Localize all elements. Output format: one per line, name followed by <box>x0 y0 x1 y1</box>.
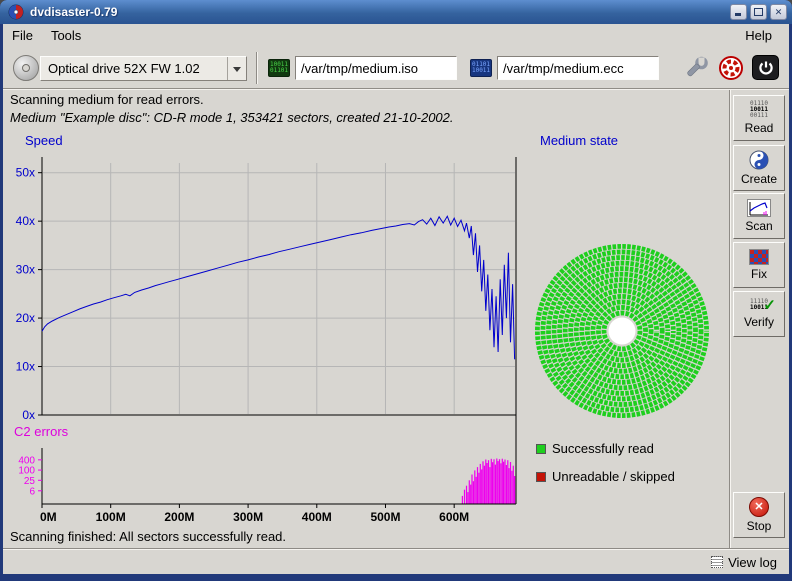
footer-bar: View log <box>3 548 789 574</box>
fix-label: Fix <box>751 267 767 281</box>
svg-text:0x: 0x <box>22 408 35 422</box>
scan-label: Scan <box>745 219 772 233</box>
svg-text:200M: 200M <box>164 510 194 524</box>
fix-button[interactable]: Fix <box>733 242 785 288</box>
window-body: File Tools Help Optical drive 52X FW 1.0… <box>3 24 789 574</box>
svg-text:600M: 600M <box>439 510 469 524</box>
drive-icon <box>22 64 30 72</box>
dropdown-arrow-icon <box>227 57 246 80</box>
stop-label: Stop <box>747 519 772 533</box>
dvdisaster-logo-icon <box>720 57 742 79</box>
drive-selector[interactable]: Optical drive 52X FW 1.02 <box>40 56 247 81</box>
svg-text:500M: 500M <box>370 510 400 524</box>
svg-text:100M: 100M <box>96 510 126 524</box>
read-label: Read <box>745 121 774 135</box>
minimize-icon <box>735 13 741 16</box>
svg-text:30x: 30x <box>16 263 35 277</box>
legend-item-unreadable: Unreadable / skipped <box>536 469 675 484</box>
maximize-icon <box>754 8 763 16</box>
create-button[interactable]: Create <box>733 145 785 191</box>
svg-text:6: 6 <box>29 486 35 497</box>
preferences-wrench-button[interactable] <box>684 55 710 81</box>
view-log-label: View log <box>728 555 777 570</box>
titlebar: dvdisaster-0.79 ✕ <box>0 0 792 24</box>
window-title: dvdisaster-0.79 <box>30 5 727 19</box>
svg-text:50x: 50x <box>16 166 35 180</box>
medium-state-disc <box>534 243 710 419</box>
ecc-path-input[interactable] <box>497 56 659 80</box>
mini-chart-icon <box>747 199 771 217</box>
view-log-button[interactable]: View log <box>705 552 783 572</box>
svg-text:400M: 400M <box>302 510 332 524</box>
dvdisaster-logo-button[interactable] <box>718 55 744 81</box>
scan-result-text: Scanning finished: All sectors successfu… <box>10 529 286 544</box>
status-line-2: Medium "Example disc": CD-R mode 1, 3534… <box>10 110 454 125</box>
svg-text:10x: 10x <box>16 360 35 374</box>
legend-label-read: Successfully read <box>552 441 654 456</box>
minimize-button[interactable] <box>730 4 747 20</box>
svg-text:40x: 40x <box>16 214 35 228</box>
svg-text:25: 25 <box>24 476 36 487</box>
svg-text:0M: 0M <box>40 510 57 524</box>
close-button[interactable]: ✕ <box>770 4 787 20</box>
maximize-button[interactable] <box>750 4 767 20</box>
stop-button[interactable]: ✕ Stop <box>733 492 785 538</box>
verify-label: Verify <box>744 315 774 329</box>
app-icon <box>8 4 24 20</box>
power-icon <box>757 59 775 77</box>
scan-button[interactable]: Scan <box>733 193 785 239</box>
checker-fix-icon <box>749 249 769 265</box>
status-line-1: Scanning medium for read errors. <box>10 92 204 107</box>
ecc-file-icon: 0110110011 <box>470 59 492 77</box>
iso-file-icon: 1001101101 <box>268 59 290 77</box>
menu-item-help[interactable]: Help <box>736 25 781 46</box>
stop-x-icon: ✕ <box>749 497 769 517</box>
log-icon <box>711 556 723 568</box>
svg-text:300M: 300M <box>233 510 263 524</box>
sidebar-separator <box>729 90 731 548</box>
svg-text:20x: 20x <box>16 311 35 325</box>
menu-item-file[interactable]: File <box>3 25 42 46</box>
legend-item-read: Successfully read <box>536 441 654 456</box>
create-label: Create <box>741 172 777 186</box>
menu-item-tools[interactable]: Tools <box>42 25 90 46</box>
binary-check-icon: 11110 10011 ✓ <box>745 299 773 313</box>
read-button[interactable]: 01110 10011 00111 Read <box>733 95 785 141</box>
drive-icon-button[interactable] <box>13 55 39 81</box>
check-icon: ✓ <box>763 296 776 314</box>
yin-yang-icon <box>749 150 769 170</box>
app-window: dvdisaster-0.79 ✕ File Tools Help Optica… <box>0 0 792 581</box>
toolbar: Optical drive 52X FW 1.02 1001101101 011… <box>3 46 789 89</box>
verify-button[interactable]: 11110 10011 ✓ Verify <box>733 291 785 337</box>
legend-swatch-red <box>536 472 546 482</box>
drive-selector-value: Optical drive 52X FW 1.02 <box>41 61 227 76</box>
iso-path-input[interactable] <box>295 56 457 80</box>
legend-label-unreadable: Unreadable / skipped <box>552 469 675 484</box>
toolbar-separator <box>256 52 258 84</box>
menubar: File Tools Help <box>3 24 789 46</box>
wrench-icon <box>687 58 706 77</box>
quit-power-button[interactable] <box>752 55 779 80</box>
legend-swatch-green <box>536 444 546 454</box>
binary-read-icon: 01110 10011 00111 <box>750 101 768 119</box>
